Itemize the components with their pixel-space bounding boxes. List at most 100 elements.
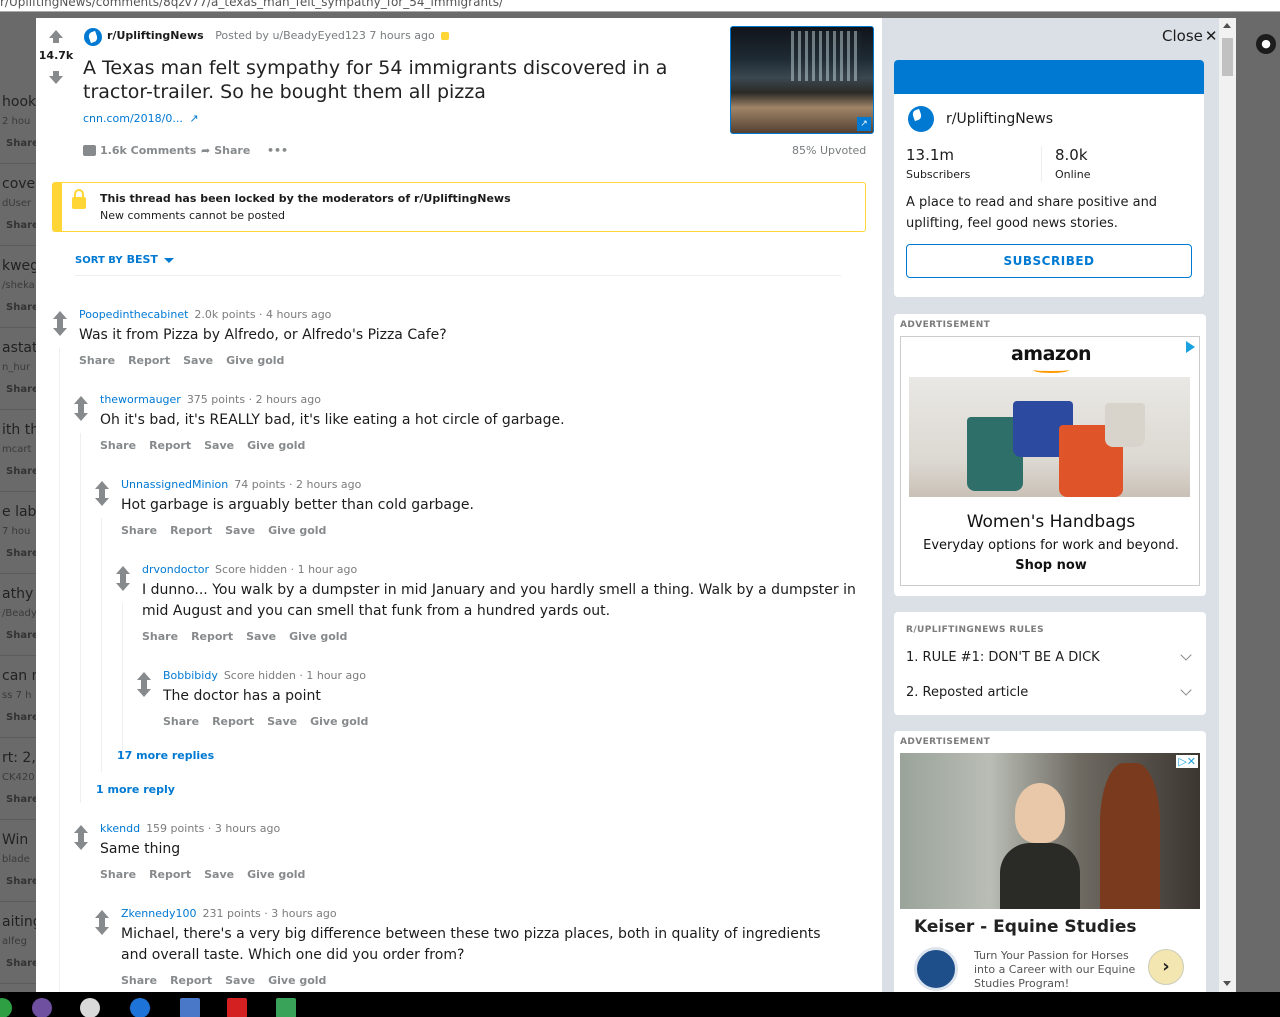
- upvote-icon[interactable]: [95, 910, 109, 923]
- app-icon[interactable]: [80, 998, 100, 1017]
- upvote-icon[interactable]: [137, 672, 151, 685]
- comment-action-save[interactable]: Save: [183, 354, 213, 367]
- app-icon[interactable]: [276, 998, 296, 1017]
- comment-author[interactable]: UnnassignedMinion: [121, 478, 228, 491]
- thread-line[interactable]: [59, 348, 60, 992]
- comment-author[interactable]: thewormauger: [100, 393, 181, 406]
- rule-item[interactable]: 1. RULE #1: DON'T BE A DICK: [906, 650, 1100, 665]
- address-bar[interactable]: r/UpliftingNews/comments/8qzv77/a_texas_…: [0, 0, 1280, 12]
- comment-author[interactable]: kkendd: [100, 822, 140, 835]
- shop-now-link[interactable]: Shop now: [901, 558, 1201, 573]
- post-thumbnail[interactable]: ↗: [730, 26, 874, 134]
- downvote-icon[interactable]: [49, 71, 63, 84]
- app-icon[interactable]: [32, 998, 52, 1017]
- more-options-button[interactable]: •••: [267, 144, 288, 157]
- downvote-icon[interactable]: [74, 837, 88, 850]
- comment-action-share[interactable]: Share: [100, 868, 136, 881]
- comment-action-share[interactable]: Share: [163, 715, 199, 728]
- comment-header: thewormauger 375 points · 2 hours ago: [100, 393, 321, 406]
- comment-action-give-gold[interactable]: Give gold: [310, 715, 368, 728]
- community-description: A place to read and share positive and u…: [906, 195, 1158, 231]
- comment-action-report[interactable]: Report: [212, 715, 254, 728]
- scroll-up-icon[interactable]: [1223, 23, 1231, 28]
- comment-author[interactable]: Bobbibidy: [163, 669, 218, 682]
- lock-icon: [441, 32, 450, 40]
- comment-action-share[interactable]: Share: [79, 354, 115, 367]
- comment-action-save[interactable]: Save: [204, 868, 234, 881]
- app-icon[interactable]: [0, 998, 12, 1017]
- horse-image[interactable]: ▷✕: [900, 753, 1200, 909]
- chevron-down-icon[interactable]: [1180, 649, 1192, 661]
- chevron-down-icon[interactable]: [1180, 684, 1192, 696]
- scrollbar[interactable]: [1219, 18, 1236, 992]
- app-icon[interactable]: [130, 998, 150, 1017]
- comment-action-save[interactable]: Save: [246, 630, 276, 643]
- comment-author[interactable]: drvondoctor: [142, 563, 209, 576]
- comment-action-save[interactable]: Save: [225, 974, 255, 987]
- close-button[interactable]: Close ✕: [1160, 27, 1217, 45]
- comment-action-share[interactable]: Share: [121, 974, 157, 987]
- share-button[interactable]: ➦ Share: [201, 144, 250, 157]
- comment-action-give-gold[interactable]: Give gold: [268, 974, 326, 987]
- comment-action-share[interactable]: Share: [142, 630, 178, 643]
- comments-button[interactable]: 1.6k Comments: [83, 144, 196, 157]
- comment-action-save[interactable]: Save: [225, 524, 255, 537]
- more-replies-link[interactable]: 1 more reply: [96, 783, 175, 796]
- thread-line[interactable]: [80, 433, 81, 803]
- comment-action-report[interactable]: Report: [149, 439, 191, 452]
- upvote-icon[interactable]: [116, 566, 130, 579]
- feed-meta: /Beady: [2, 608, 36, 619]
- downvote-icon[interactable]: [95, 493, 109, 506]
- downvote-icon[interactable]: [116, 578, 130, 591]
- background-feed-item: Win blade Share: [0, 820, 36, 902]
- upvote-icon[interactable]: [49, 30, 63, 43]
- post-link[interactable]: cnn.com/2018/0... ↗: [83, 112, 199, 125]
- amazon-ad[interactable]: amazon Women's Handbags Everyday options…: [900, 336, 1200, 586]
- comment-action-save[interactable]: Save: [267, 715, 297, 728]
- ad-close-icon[interactable]: ▷✕: [1176, 755, 1198, 768]
- scrollbar-thumb[interactable]: [1222, 38, 1233, 76]
- subreddit-icon[interactable]: [84, 28, 102, 46]
- comment-action-report[interactable]: Report: [149, 868, 191, 881]
- upvote-icon[interactable]: [74, 825, 88, 838]
- upvote-icon[interactable]: [95, 481, 109, 494]
- comment-action-give-gold[interactable]: Give gold: [226, 354, 284, 367]
- more-replies-link[interactable]: 17 more replies: [117, 749, 214, 762]
- downvote-icon[interactable]: [53, 323, 67, 336]
- comment-action-report[interactable]: Report: [170, 524, 212, 537]
- comment-action-give-gold[interactable]: Give gold: [289, 630, 347, 643]
- downvote-icon[interactable]: [95, 922, 109, 935]
- background-feed-item: astat n_hur Share: [0, 328, 36, 410]
- posted-by[interactable]: Posted by u/BeadyEyed123: [215, 29, 366, 42]
- ad-title[interactable]: Keiser - Equine Studies: [914, 917, 1137, 937]
- thread-line[interactable]: [101, 518, 102, 772]
- comment-action-give-gold[interactable]: Give gold: [247, 439, 305, 452]
- feed-title: hook: [2, 94, 36, 110]
- subreddit-link[interactable]: r/UpliftingNews: [107, 29, 204, 42]
- upvote-icon[interactable]: [74, 396, 88, 409]
- ad-go-button[interactable]: ›: [1148, 949, 1184, 985]
- downvote-icon[interactable]: [74, 408, 88, 421]
- comment-author[interactable]: Zkennedy100: [121, 907, 196, 920]
- thread-line[interactable]: [122, 603, 123, 753]
- subscribed-button[interactable]: SUBSCRIBED: [906, 244, 1192, 278]
- community-name[interactable]: r/UpliftingNews: [946, 111, 1053, 127]
- comment-action-share[interactable]: Share: [121, 524, 157, 537]
- chat-icon[interactable]: ●: [1256, 34, 1276, 54]
- upvote-icon[interactable]: [53, 311, 67, 324]
- comment-action-give-gold[interactable]: Give gold: [268, 524, 326, 537]
- comment-author[interactable]: Poopedinthecabinet: [79, 308, 188, 321]
- sort-dropdown[interactable]: SORT BY BEST: [75, 253, 174, 266]
- comment-action-report[interactable]: Report: [128, 354, 170, 367]
- scroll-down-icon[interactable]: [1223, 981, 1231, 986]
- rule-item[interactable]: 2. Reposted article: [906, 685, 1028, 700]
- downvote-icon[interactable]: [137, 684, 151, 697]
- subreddit-icon[interactable]: [908, 106, 934, 132]
- comment-action-report[interactable]: Report: [170, 974, 212, 987]
- app-icon[interactable]: [227, 998, 247, 1017]
- comment-action-share[interactable]: Share: [100, 439, 136, 452]
- comment-action-save[interactable]: Save: [204, 439, 234, 452]
- comment-action-report[interactable]: Report: [191, 630, 233, 643]
- comment-action-give-gold[interactable]: Give gold: [247, 868, 305, 881]
- app-icon[interactable]: [180, 998, 200, 1017]
